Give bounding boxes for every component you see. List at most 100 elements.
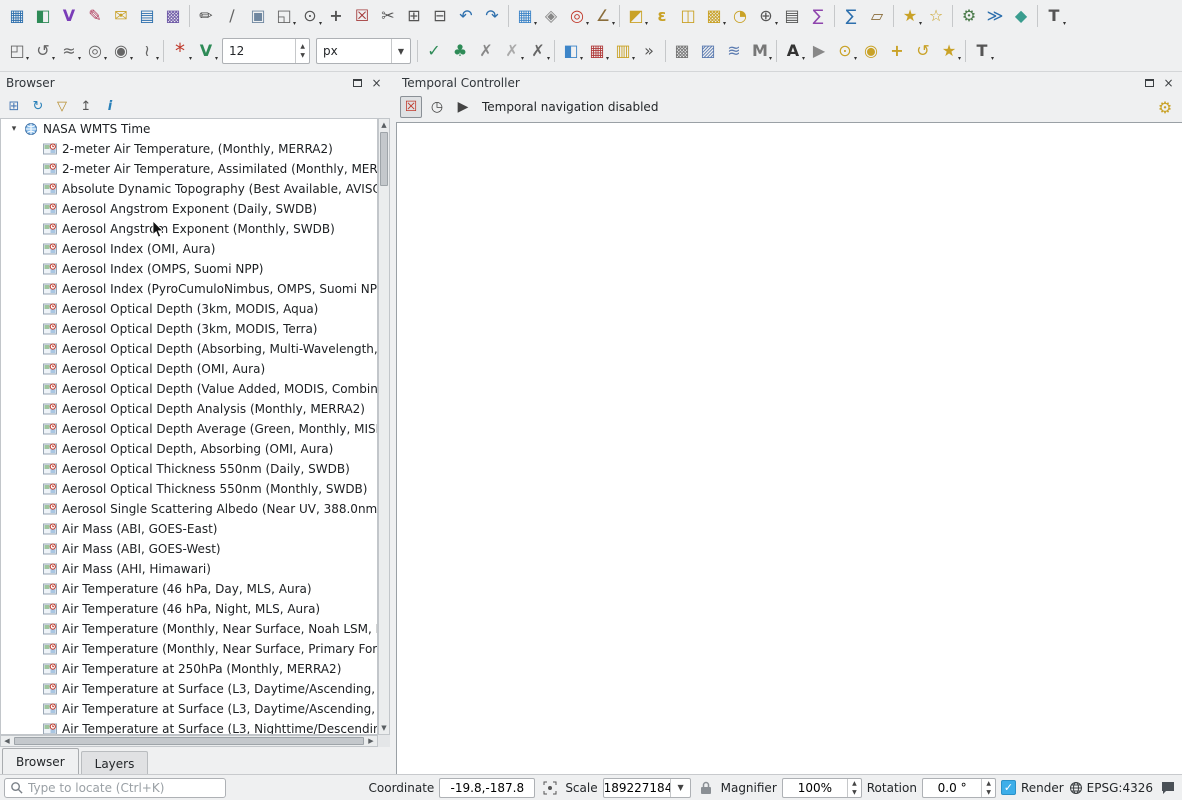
browser-layer-item[interactable]: Aerosol Optical Depth (OMI, Aura) [1, 359, 377, 379]
deselect-features-button[interactable]: ◫ [675, 3, 701, 29]
new-spatial-bookmark-button[interactable]: ☆ [923, 3, 949, 29]
browser-layer-item[interactable]: Air Temperature (Monthly, Near Surface, … [1, 639, 377, 659]
browser-layer-item[interactable]: Air Temperature at Surface (L3, Nighttim… [1, 719, 377, 734]
layer-styling-dock-button[interactable]: ◧ ▾ [558, 38, 584, 64]
scale-input[interactable] [603, 780, 671, 795]
topology-checker-button[interactable]: ♣ [447, 38, 473, 64]
map-canvas[interactable] [396, 122, 1182, 774]
change-label-properties-button[interactable]: ★ ▾ [936, 38, 962, 64]
layer-diagram-button[interactable]: ▥ ▾ [610, 38, 636, 64]
spin-down-icon[interactable]: ▼ [296, 51, 309, 60]
cancel-edits-button[interactable]: ✗ [473, 38, 499, 64]
measure-line-button[interactable]: ∠ ▾ [590, 3, 616, 29]
data-source-manager-button[interactable]: ▦ [4, 3, 30, 29]
browser-layer-item[interactable]: Aerosol Index (OMI, Aura) [1, 239, 377, 259]
paste-features-button[interactable]: ⊟ [427, 3, 453, 29]
float-panel-button[interactable] [1142, 76, 1157, 91]
font-size-spinbox[interactable]: ▲▼ [222, 38, 310, 64]
spin-steppers[interactable]: ▲ ▼ [847, 778, 861, 797]
metasearch-button[interactable]: ✉ [108, 3, 134, 29]
browser-layer-item[interactable]: 2-meter Air Temperature, Assimilated (Mo… [1, 159, 377, 179]
messages-button[interactable] [1158, 778, 1178, 798]
label-pointer-button[interactable]: ▶ [806, 38, 832, 64]
georeferencer-button[interactable]: ▩ [669, 38, 695, 64]
float-panel-button[interactable] [350, 76, 365, 91]
browser-layer-item[interactable]: Air Temperature at Surface (L3, Daytime/… [1, 679, 377, 699]
browser-layer-item[interactable]: Aerosol Optical Depth (3km, MODIS, Terra… [1, 319, 377, 339]
add-line-feature-button[interactable]: ∕ [219, 3, 245, 29]
browser-layer-item[interactable]: Aerosol Optical Thickness 550nm (Monthly… [1, 479, 377, 499]
browser-layer-item[interactable]: Aerosol Optical Depth Average (Green, Mo… [1, 419, 377, 439]
tree-vertical-scrollbar[interactable]: ▲ ▼ [378, 118, 390, 735]
browser-layer-item[interactable]: Air Mass (AHI, Himawari) [1, 559, 377, 579]
magnifier-input[interactable] [782, 780, 848, 795]
browser-layer-item[interactable]: Aerosol Index (OMPS, Suomi NPP) [1, 259, 377, 279]
tree-root-nasa-wmts-time[interactable]: ▾ NASA WMTS Time [1, 119, 377, 139]
browser-layer-item[interactable]: Air Temperature (Monthly, Near Surface, … [1, 619, 377, 639]
digitize-with-segment-button[interactable]: ◱ ▾ [271, 3, 297, 29]
vertical-scrollbar-thumb[interactable] [380, 132, 388, 186]
zoom-to-selection-button[interactable]: ⊕ ▾ [753, 3, 779, 29]
spin-up-icon[interactable]: ▲ [982, 779, 995, 788]
browser-layer-item[interactable]: Aerosol Angstrom Exponent (Monthly, SWDB… [1, 219, 377, 239]
temporal-settings-button[interactable]: ⚙ [1154, 96, 1176, 118]
coordinate-field[interactable] [439, 777, 536, 798]
temporal-navigation-off-button[interactable]: ☒ [400, 96, 422, 118]
combo-caret-icon[interactable]: ▼ [390, 39, 410, 63]
expander-icon[interactable]: ▾ [9, 124, 19, 134]
delete-selected-button[interactable]: ☒ [349, 3, 375, 29]
crs-status-button[interactable]: EPSG:4326 [1069, 781, 1153, 795]
new-annotation-layer-button[interactable]: ✎ [82, 3, 108, 29]
measure-area-button[interactable]: ▱ [864, 3, 890, 29]
text-annotation-button[interactable]: T ▾ [1041, 3, 1067, 29]
browser-layer-item[interactable]: Aerosol Optical Depth (3km, MODIS, Aqua) [1, 299, 377, 319]
delete-part-button[interactable]: ✗ ▾ [525, 38, 551, 64]
scroll-down-icon[interactable]: ▼ [379, 723, 389, 733]
check-geometries-button[interactable]: ✓ [421, 38, 447, 64]
pan-map-button[interactable]: ◈ [538, 3, 564, 29]
vertex-tool-button[interactable]: ⊙ ▾ [297, 3, 323, 29]
select-features-button[interactable]: ◩ ▾ [623, 3, 649, 29]
raster-toolbar-button[interactable]: ▦ ▾ [584, 38, 610, 64]
horizontal-scrollbar-thumb[interactable] [14, 737, 364, 745]
spatial-bookmarks-button[interactable]: ★ ▾ [897, 3, 923, 29]
save-layer-edits-button[interactable]: ▣ [245, 3, 271, 29]
pin-labels-button[interactable]: ⊙ ▾ [832, 38, 858, 64]
magnifier-spinbox[interactable]: ▲▼ [781, 777, 862, 798]
tree-horizontal-scrollbar[interactable]: ◀ ▶ [0, 735, 378, 747]
rotation-input[interactable] [922, 780, 982, 795]
scroll-right-icon[interactable]: ▶ [366, 736, 376, 746]
collapse-all-button[interactable]: ↥ [76, 96, 96, 116]
rotate-label-button[interactable]: ↺ [910, 38, 936, 64]
fixed-range-temporal-navigation-button[interactable]: ◷ [426, 96, 448, 118]
locator-search[interactable] [4, 777, 226, 798]
new-raster-layer-button[interactable]: ▩ [160, 3, 186, 29]
select-by-expression-button[interactable]: ε [649, 3, 675, 29]
open-attribute-table-button[interactable]: ▤ [134, 3, 160, 29]
elevation-profile-button[interactable]: ≋ [721, 38, 747, 64]
delete-ring-button[interactable]: ✗ ▾ [499, 38, 525, 64]
rotation-spinbox[interactable]: ▲▼ [921, 777, 996, 798]
scale-combobox[interactable]: ▼ [602, 777, 691, 798]
combo-caret-icon[interactable]: ▼ [670, 778, 689, 797]
lock-scale-button[interactable] [696, 778, 716, 798]
move-feature-button[interactable]: + [323, 3, 349, 29]
processing-toolbox-button[interactable]: ⚙ [956, 3, 982, 29]
toggle-extents-display-button[interactable] [540, 778, 560, 798]
mesh-layer-button[interactable]: ▨ [695, 38, 721, 64]
python-console-button[interactable]: ≫ [982, 3, 1008, 29]
snapping-options-button[interactable]: ◎ ▾ [564, 3, 590, 29]
field-calculator-button[interactable]: ∑ [805, 3, 831, 29]
browser-layer-item[interactable]: Aerosol Index (PyroCumuloNimbus, OMPS, S… [1, 279, 377, 299]
filter-browser-button[interactable]: ▽ [52, 96, 72, 116]
rotate-feature-button[interactable]: ↺ ▾ [30, 38, 56, 64]
offset-curve-button[interactable]: ≀ ▾ [134, 38, 160, 64]
render-checkbox[interactable]: ✓ [1000, 780, 1016, 795]
move-label-button[interactable]: + [884, 38, 910, 64]
simplify-feature-button[interactable]: ≈ ▾ [56, 38, 82, 64]
highlight-pinned-labels-button[interactable]: ◉ [858, 38, 884, 64]
spin-steppers[interactable]: ▲ ▼ [981, 778, 995, 797]
scroll-up-icon[interactable]: ▲ [379, 120, 389, 130]
spin-down-icon[interactable]: ▼ [848, 788, 861, 797]
browser-layer-item[interactable]: Air Mass (ABI, GOES-East) [1, 519, 377, 539]
